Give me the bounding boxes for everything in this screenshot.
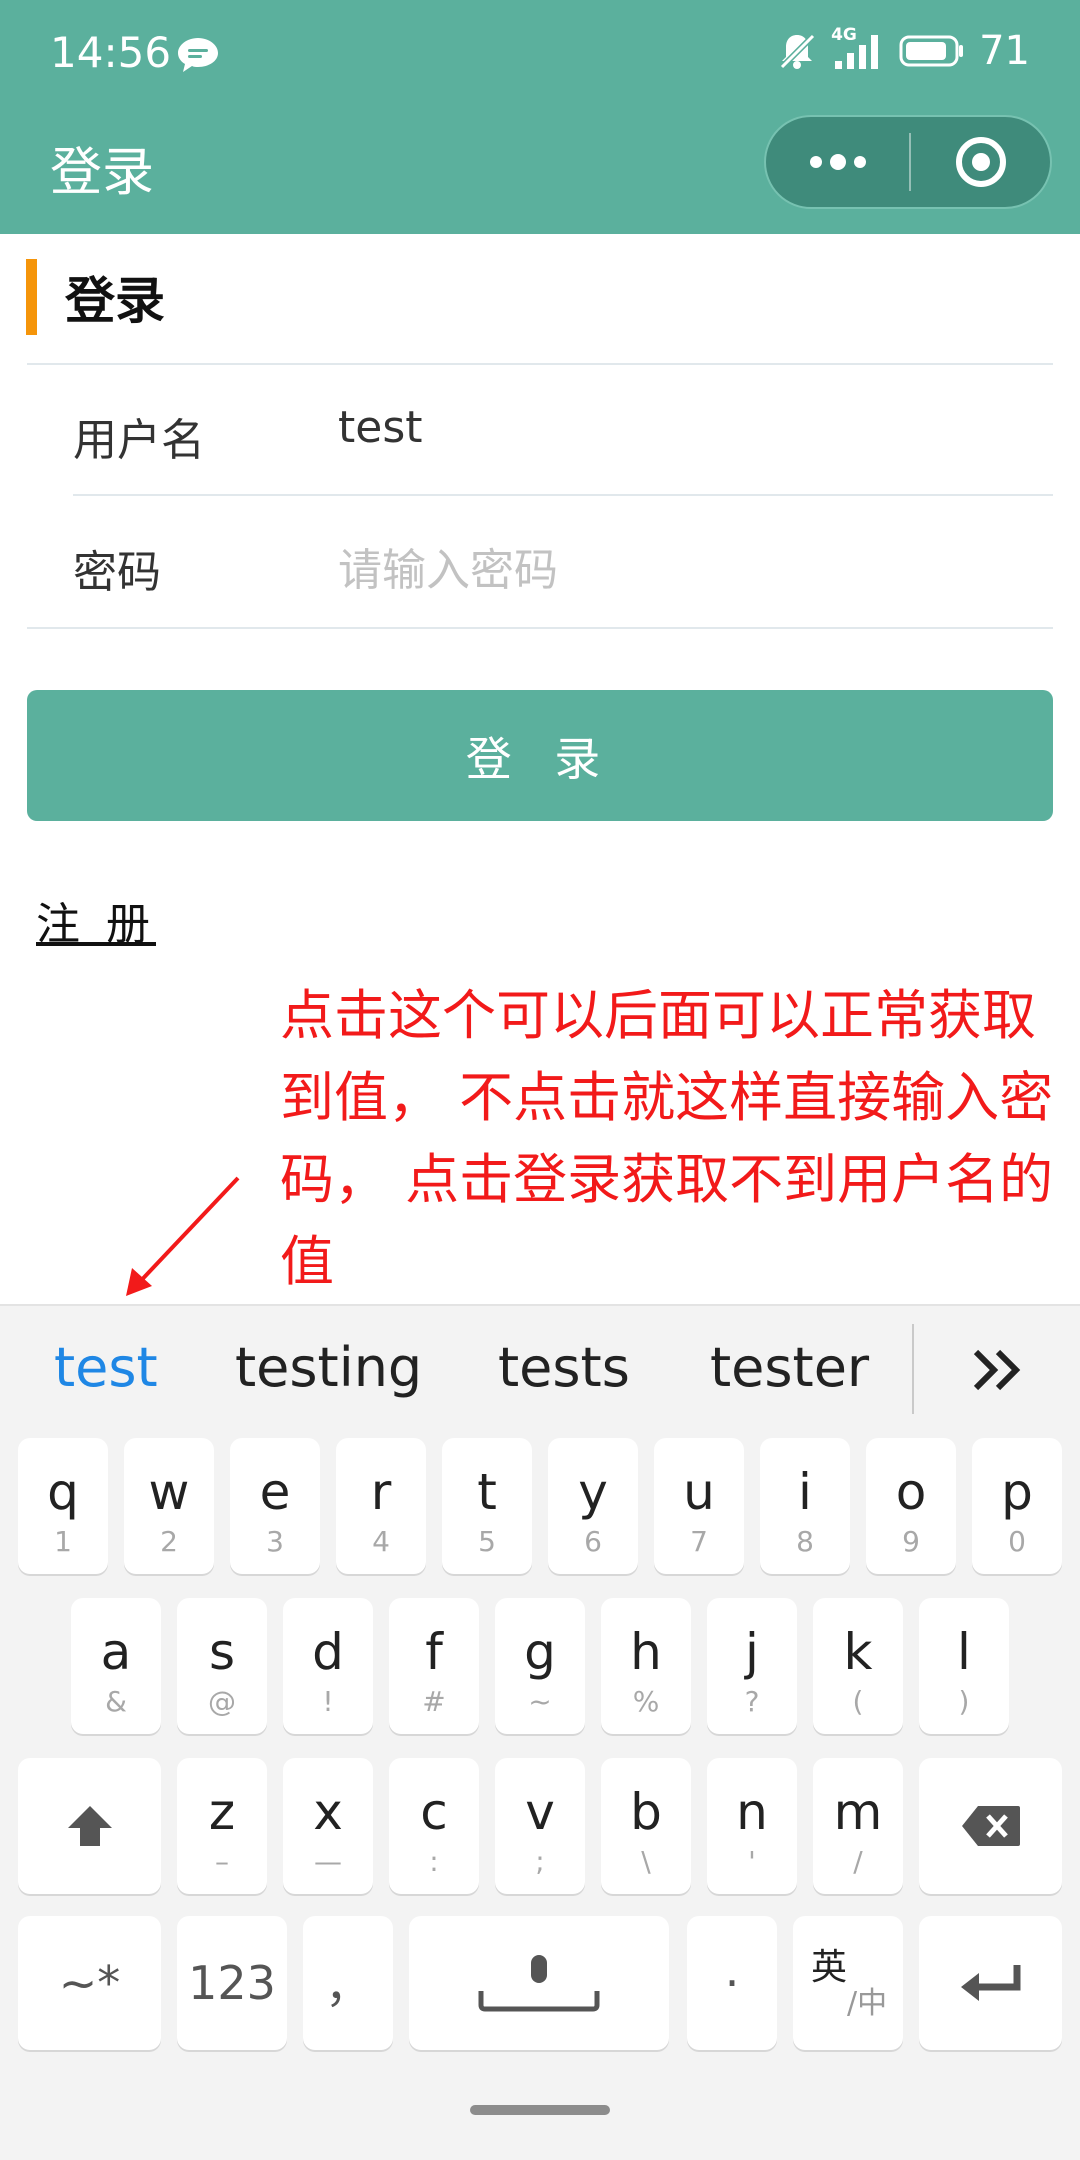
language-main-label: 英 bbox=[811, 1947, 848, 1988]
key-d[interactable]: d! bbox=[283, 1598, 373, 1734]
space-key[interactable] bbox=[409, 1916, 669, 2050]
section-accent-bar bbox=[26, 259, 37, 335]
shift-arrow-icon bbox=[67, 1806, 112, 1846]
annotation-text: 点击这个可以后面可以正常获取到值， 不点击就这样直接输入密码， 点击登录获取不到… bbox=[280, 984, 1054, 1293]
key-f[interactable]: f # bbox=[389, 1598, 479, 1734]
key-u[interactable]: u7 bbox=[654, 1438, 744, 1574]
divider bbox=[73, 494, 1053, 496]
key-s[interactable]: s @ bbox=[177, 1598, 267, 1734]
key-h[interactable]: h% bbox=[601, 1598, 691, 1734]
status-icons: 4G 71 bbox=[777, 25, 1030, 74]
section-header: 登录 bbox=[26, 258, 165, 336]
shift-key[interactable] bbox=[18, 1758, 161, 1894]
password-input[interactable]: 请输入密码 bbox=[338, 534, 1038, 596]
key-r[interactable]: r4 bbox=[336, 1438, 426, 1574]
enter-arrow-icon bbox=[960, 1965, 1020, 2001]
backspace-icon bbox=[961, 1806, 1020, 1846]
key-p[interactable]: p0 bbox=[972, 1438, 1062, 1574]
suggestion-item[interactable]: tester bbox=[710, 1336, 869, 1399]
key-v[interactable]: v; bbox=[495, 1758, 585, 1894]
app-header: 14:56 4G 71 登录 bbox=[0, 0, 1080, 234]
language-sub-label: /中 bbox=[847, 1986, 888, 2021]
key-i[interactable]: i8 bbox=[760, 1438, 850, 1574]
register-link[interactable]: 注 册 bbox=[36, 888, 156, 952]
key-y[interactable]: y6 bbox=[548, 1438, 638, 1574]
key-b[interactable]: b \ bbox=[601, 1758, 691, 1894]
username-label: 用户名 bbox=[73, 415, 205, 466]
key-l[interactable]: l) bbox=[919, 1598, 1009, 1734]
enter-key[interactable] bbox=[919, 1916, 1062, 2050]
page-title: 登录 bbox=[50, 143, 155, 203]
status-time: 14:56 bbox=[50, 28, 172, 77]
suggestion-item[interactable]: test bbox=[54, 1336, 158, 1399]
key-g[interactable]: g ~ bbox=[495, 1598, 585, 1734]
battery-level: 71 bbox=[979, 28, 1030, 74]
suggestion-item[interactable]: tests bbox=[498, 1336, 630, 1399]
divider bbox=[27, 363, 1053, 365]
suggestion-divider bbox=[912, 1324, 914, 1414]
key-w[interactable]: w2 bbox=[124, 1438, 214, 1574]
comma-key[interactable]: ， bbox=[303, 1916, 393, 2050]
section-title: 登录 bbox=[65, 272, 165, 330]
key-k[interactable]: k( bbox=[813, 1598, 903, 1734]
key-c[interactable]: c: bbox=[389, 1758, 479, 1894]
suggestion-bar: test testing tests tester bbox=[0, 1306, 1080, 1434]
key-e[interactable]: e3 bbox=[230, 1438, 320, 1574]
key-j[interactable]: j? bbox=[707, 1598, 797, 1734]
signal-icon: 4G bbox=[831, 25, 885, 71]
more-dots-icon bbox=[809, 154, 866, 170]
numbers-key[interactable]: 123 bbox=[177, 1916, 287, 2050]
key-q[interactable]: q1 bbox=[18, 1438, 108, 1574]
battery-icon bbox=[899, 35, 964, 67]
period-key[interactable]: · bbox=[687, 1916, 777, 2050]
suggestion-item[interactable]: testing bbox=[235, 1336, 422, 1399]
key-x[interactable]: x — bbox=[283, 1758, 373, 1894]
key-z[interactable]: z – bbox=[177, 1758, 267, 1894]
message-icon bbox=[178, 38, 218, 72]
password-label: 密码 bbox=[73, 547, 161, 598]
close-button[interactable] bbox=[911, 117, 1050, 207]
microphone-icon bbox=[478, 1955, 600, 2012]
key-m[interactable]: m / bbox=[813, 1758, 903, 1894]
target-close-icon bbox=[955, 137, 1006, 187]
mute-bell-icon bbox=[779, 33, 816, 70]
language-switch-key[interactable]: 英 /中 bbox=[793, 1916, 903, 2050]
home-indicator[interactable] bbox=[470, 2105, 610, 2115]
login-button[interactable]: 登 录 bbox=[27, 690, 1053, 821]
expand-suggestions-icon[interactable] bbox=[970, 1346, 1026, 1394]
key-a[interactable]: a & bbox=[71, 1598, 161, 1734]
symbols-key[interactable]: ~* bbox=[18, 1916, 161, 2050]
username-input[interactable]: test bbox=[338, 402, 1038, 462]
status-bar: 14:56 4G 71 bbox=[0, 0, 1080, 112]
divider bbox=[27, 627, 1053, 629]
key-n[interactable]: n ' bbox=[707, 1758, 797, 1894]
key-o[interactable]: o9 bbox=[866, 1438, 956, 1574]
key-t[interactable]: t5 bbox=[442, 1438, 532, 1574]
more-button[interactable] bbox=[766, 117, 909, 207]
annotation-arrow-icon bbox=[126, 1176, 240, 1296]
soft-keyboard: test testing tests tester q1 w2 e3 r4 t5… bbox=[0, 1304, 1080, 2160]
mini-program-capsule bbox=[764, 115, 1052, 209]
backspace-key[interactable] bbox=[919, 1758, 1062, 1894]
